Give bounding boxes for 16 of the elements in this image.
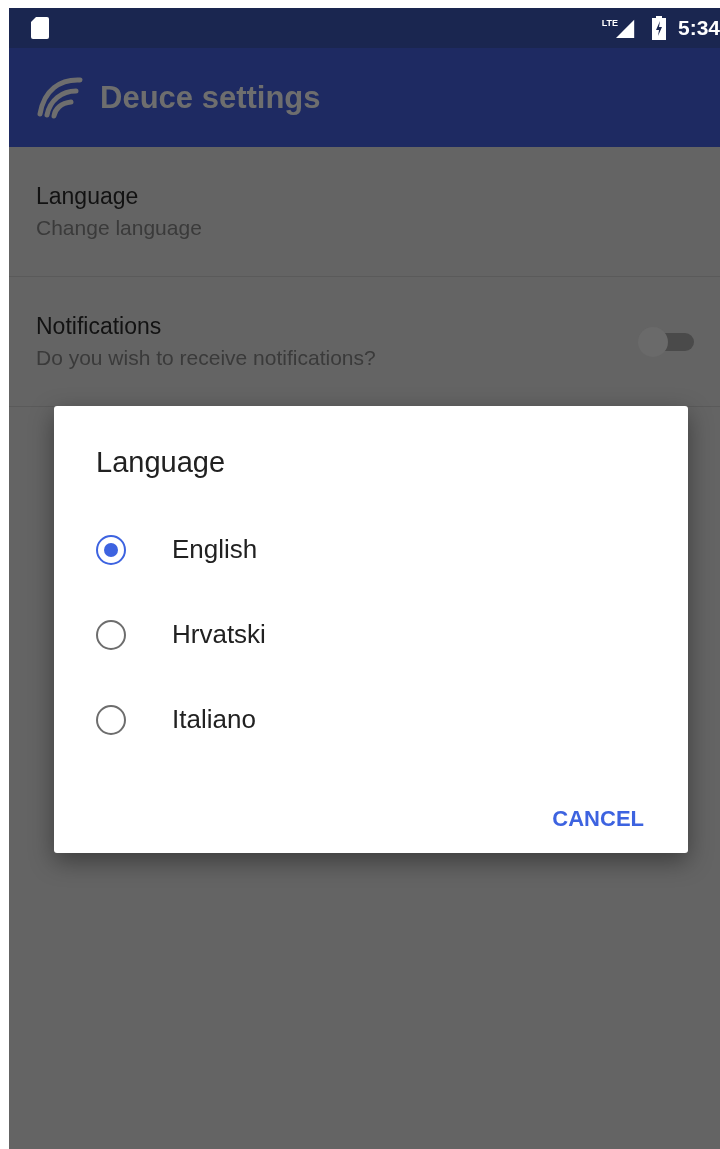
status-time: 5:34 bbox=[677, 16, 720, 40]
option-label: Italiano bbox=[172, 704, 256, 735]
cancel-button[interactable]: CANCEL bbox=[546, 798, 650, 840]
radio-button[interactable] bbox=[96, 619, 126, 650]
battery-icon bbox=[651, 16, 666, 40]
sd-card-icon bbox=[31, 17, 49, 39]
option-label: English bbox=[172, 534, 258, 565]
setting-title: Notifications bbox=[36, 313, 163, 340]
setting-title: Language bbox=[36, 183, 140, 210]
app-title: Deuce settings bbox=[100, 79, 321, 116]
radio-button[interactable] bbox=[96, 704, 126, 735]
option-label: Hrvatski bbox=[172, 619, 266, 650]
dialog-title: Language bbox=[96, 446, 227, 479]
radio-button[interactable] bbox=[96, 534, 126, 565]
toggle-switch[interactable] bbox=[638, 326, 694, 357]
network-type: LTE bbox=[601, 18, 618, 28]
